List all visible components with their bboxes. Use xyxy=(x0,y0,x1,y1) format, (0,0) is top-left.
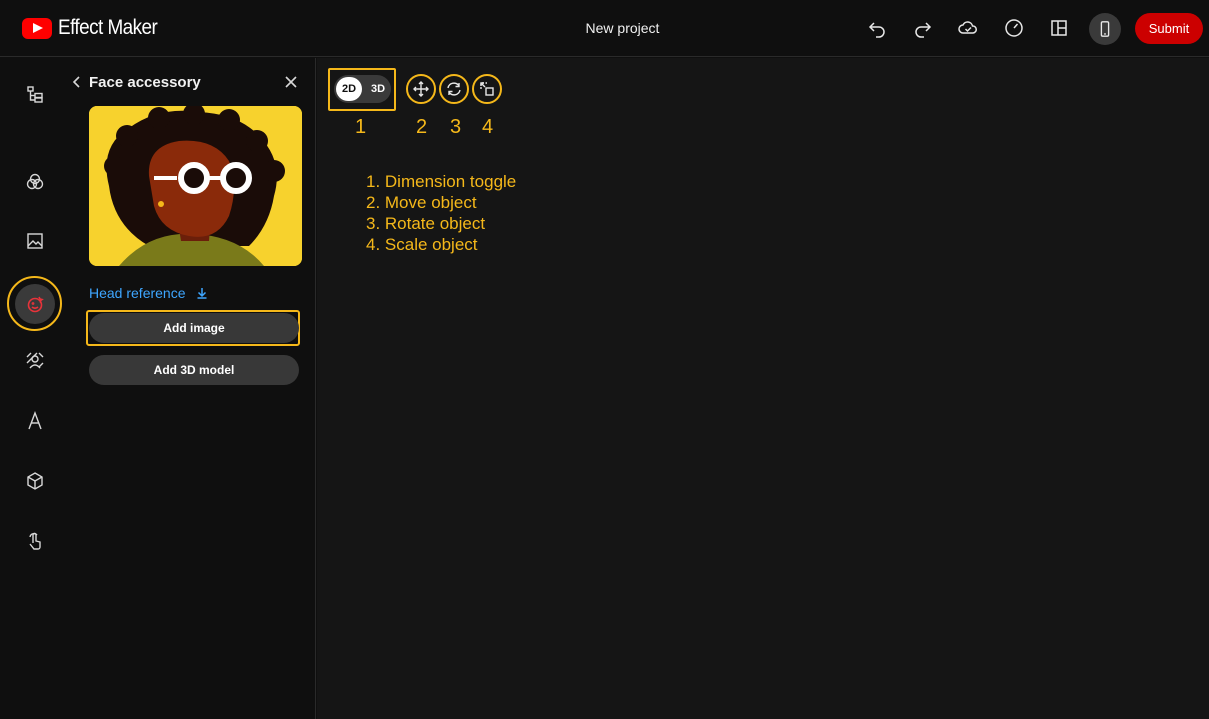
panel-title: Face accessory xyxy=(89,74,201,91)
dimension-toggle[interactable]: 2D 3D xyxy=(334,75,391,103)
back-button[interactable] xyxy=(70,75,86,91)
close-icon xyxy=(285,76,297,88)
face-accessory-panel: Face accessory Head reference Add image … xyxy=(70,58,316,719)
legend-item: 2. Move object xyxy=(366,193,477,212)
legend-item: 1. Dimension toggle xyxy=(366,172,517,191)
top-bar: Effect Maker New project Submit xyxy=(0,0,1209,57)
head-reference-link[interactable]: Head reference xyxy=(89,285,208,301)
performance-gauge-icon[interactable] xyxy=(1003,17,1025,39)
background-icon[interactable] xyxy=(24,350,46,372)
face-icon xyxy=(27,296,44,312)
face-accessory-preview xyxy=(89,106,302,266)
undo-icon[interactable] xyxy=(866,17,888,39)
close-panel-button[interactable] xyxy=(284,75,300,91)
canvas-area[interactable] xyxy=(317,58,1209,719)
label-number-1: 1 xyxy=(355,116,367,138)
chevron-left-icon xyxy=(72,76,80,88)
interaction-icon[interactable] xyxy=(24,530,46,552)
submit-button[interactable]: Submit xyxy=(1135,13,1203,44)
face-illustration xyxy=(89,106,302,266)
label-number-4: 4 xyxy=(482,116,494,138)
move-icon xyxy=(413,81,429,97)
rotate-icon xyxy=(447,82,461,96)
dimension-2d-option[interactable]: 2D xyxy=(336,77,362,101)
left-rail xyxy=(0,58,70,719)
legend-item: 4. Scale object xyxy=(366,235,478,254)
dimension-3d-option[interactable]: 3D xyxy=(367,77,389,101)
image-icon[interactable] xyxy=(24,230,46,252)
head-reference-label: Head reference xyxy=(89,285,186,301)
add-3d-model-button[interactable]: Add 3D model xyxy=(89,355,299,385)
legend-item: 3. Rotate object xyxy=(366,214,486,233)
layout-icon[interactable] xyxy=(1048,17,1070,39)
text-icon[interactable] xyxy=(24,410,46,432)
add-image-button[interactable]: Add image xyxy=(89,313,299,343)
device-preview-icon xyxy=(1100,21,1110,37)
redo-icon[interactable] xyxy=(912,17,934,39)
label-number-3: 3 xyxy=(450,116,462,138)
device-preview-button[interactable] xyxy=(1089,13,1121,45)
3d-object-icon[interactable] xyxy=(24,470,46,492)
rotate-tool-button[interactable] xyxy=(439,74,469,104)
download-icon xyxy=(197,288,207,299)
hierarchy-icon[interactable] xyxy=(24,83,46,105)
scale-tool-button[interactable] xyxy=(472,74,502,104)
move-tool-button[interactable] xyxy=(406,74,436,104)
tool-legend: 1. Dimension toggle 2. Move object 3. Ro… xyxy=(366,171,516,255)
project-title[interactable]: New project xyxy=(0,20,1209,36)
label-number-2: 2 xyxy=(416,116,428,138)
scale-icon xyxy=(480,82,494,96)
effects-icon[interactable] xyxy=(24,171,46,193)
cloud-save-icon[interactable] xyxy=(957,17,979,39)
face-tab[interactable] xyxy=(7,276,62,331)
